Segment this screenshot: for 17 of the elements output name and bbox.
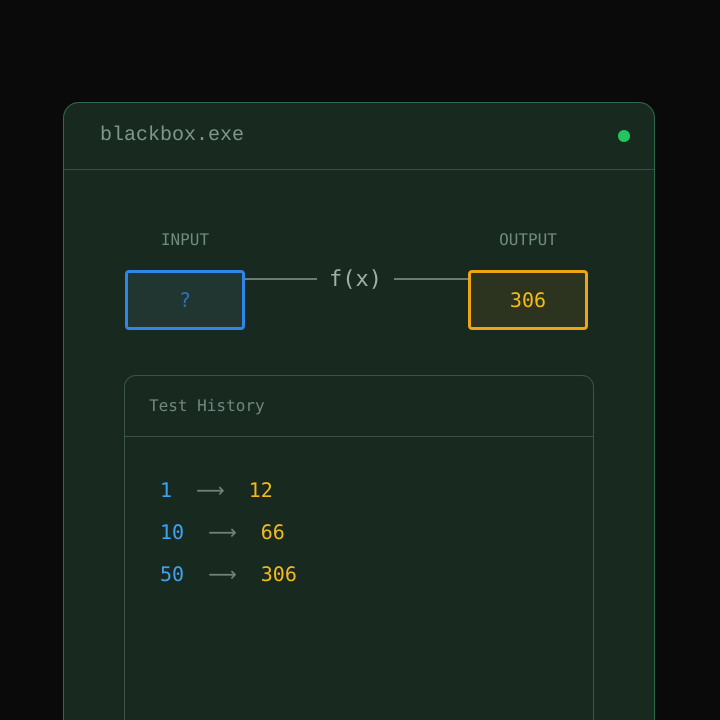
output-label: OUTPUT (499, 229, 557, 251)
history-output-value: 12 (248, 477, 273, 504)
input-label: INPUT (160, 229, 210, 251)
arrow-icon: ⟶ (208, 559, 237, 589)
input-field[interactable]: ? (125, 270, 245, 330)
history-output-value: 306 (260, 561, 297, 588)
history-input-value: 10 (160, 519, 184, 546)
output-field: 306 (468, 270, 588, 330)
history-input-value: 50 (160, 561, 184, 588)
history-title: Test History (149, 395, 265, 417)
arrow-icon: ⟶ (196, 475, 225, 505)
function-label: f(x) (328, 266, 383, 294)
history-output-value: 66 (260, 519, 285, 546)
arrow-icon: ⟶ (208, 517, 237, 547)
connector-line (245, 278, 317, 280)
window-title: blackbox.exe (100, 123, 244, 149)
history-input-value: 1 (160, 477, 172, 504)
